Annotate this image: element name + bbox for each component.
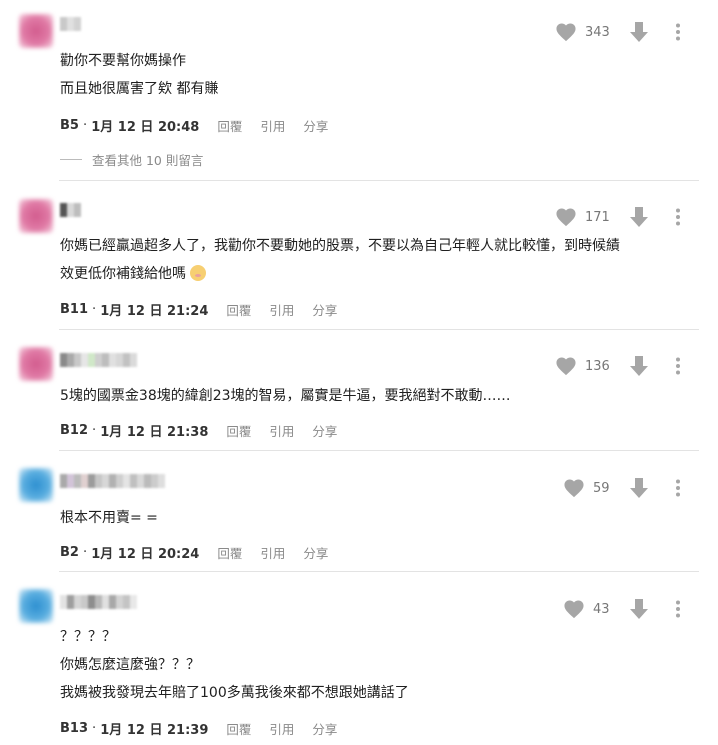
downvote-arrow-icon[interactable] [629,598,649,620]
comment-line: 5塊的國票金38塊的緯創23塊的智易，屬實是牛逼，要我絕對不敢動…… [60,388,511,404]
meta-dot: · [92,423,101,438]
meta-dot: · [82,118,92,133]
comment-meta: B11 · 1月 12 日 21:24 回覆 引用 分享 [60,300,337,319]
heart-icon[interactable] [563,478,585,498]
share-button[interactable]: 分享 [312,421,337,440]
floor-label: B12 [60,423,88,438]
like-count: 343 [585,24,610,40]
replies-label: 查看其他 10 則留言 [92,153,204,168]
meta-dot: · [82,545,92,560]
share-button[interactable]: 分享 [312,300,337,319]
comment-b2: 59 根本不用賣= = B2 · 1月 12 日 20:24 回覆 引用 分享 [0,451,718,571]
comment-b13: 43 ？？？？ 你媽怎麼這麼強？？？ 我媽被我發現去年賠了100多萬我後來都不想… [0,572,718,745]
comment-meta: B13 · 1月 12 日 21:39 回覆 引用 分享 [60,719,337,738]
blushing-emoji-icon [190,265,206,281]
avatar[interactable] [19,589,53,623]
comment-line: 根本不用賣= = [60,510,158,526]
username-blurred[interactable] [60,595,137,609]
reply-button[interactable]: 回覆 [217,116,242,135]
comment-line: 而且她很厲害了欸 都有賺 [60,81,219,97]
comment-b11: 171 你媽已經贏過超多人了，我勸你不要動她的股票，不要以為自己年輕人就比較懂，… [0,181,718,329]
share-button[interactable]: 分享 [303,543,328,562]
floor-label: B5 [60,118,79,133]
timestamp: 1月 12 日 21:24 [100,304,209,319]
comment-meta: B2 · 1月 12 日 20:24 回覆 引用 分享 [60,543,328,562]
username-blurred[interactable] [60,353,137,367]
comment-line-with-emoji: 效更低你補錢給他嗎 [60,260,620,288]
heart-icon[interactable] [555,207,577,227]
replies-dash [60,159,82,160]
downvote-arrow-icon[interactable] [629,355,649,377]
username-blurred[interactable] [60,17,81,31]
comment-line: 你媽已經贏過超多人了，我勸你不要動她的股票，不要以為自己年輕人就比較懂，到時候績 [60,238,620,254]
timestamp: 1月 12 日 21:39 [100,723,209,738]
comment-line: 勸你不要幫你媽操作 [60,53,186,69]
timestamp: 1月 12 日 21:38 [100,425,209,440]
comment-line: 你媽怎麼這麼強？？？ [60,657,200,673]
avatar[interactable] [19,347,53,381]
comment-text: 根本不用賣= = [60,504,158,532]
like-count: 59 [593,480,610,496]
like-controls: 59 [563,477,681,499]
like-count: 136 [585,358,610,374]
reply-button[interactable]: 回覆 [226,300,251,319]
share-button[interactable]: 分享 [312,719,337,738]
quote-button[interactable]: 引用 [269,719,294,738]
comment-line: 我媽被我發現去年賠了100多萬我後來都不想跟她講話了 [60,685,409,701]
share-button[interactable]: 分享 [303,116,328,135]
quote-button[interactable]: 引用 [260,116,285,135]
like-controls: 171 [555,206,681,228]
downvote-arrow-icon[interactable] [629,206,649,228]
view-more-replies[interactable]: 查看其他 10 則留言 [60,150,203,169]
timestamp: 1月 12 日 20:48 [91,120,200,135]
quote-button[interactable]: 引用 [260,543,285,562]
comment-text: 勸你不要幫你媽操作 而且她很厲害了欸 都有賺 [60,47,218,103]
more-vert-icon[interactable] [675,600,681,618]
like-count: 171 [585,209,610,225]
like-controls: 136 [555,355,681,377]
comment-text: 5塊的國票金38塊的緯創23塊的智易，屬實是牛逼，要我絕對不敢動…… [60,382,511,410]
quote-button[interactable]: 引用 [269,300,294,319]
avatar[interactable] [19,199,53,233]
comment-line: 效更低你補錢給他嗎 [60,266,186,282]
like-controls: 343 [555,21,681,43]
username-blurred[interactable] [60,203,81,217]
timestamp: 1月 12 日 20:24 [91,547,200,562]
downvote-arrow-icon[interactable] [629,477,649,499]
comment-line: ？？？？ [60,629,116,645]
more-vert-icon[interactable] [675,357,681,375]
more-vert-icon[interactable] [675,23,681,41]
comment-b12: 136 5塊的國票金38塊的緯創23塊的智易，屬實是牛逼，要我絕對不敢動…… B… [0,330,718,450]
reply-button[interactable]: 回覆 [226,421,251,440]
downvote-arrow-icon[interactable] [629,21,649,43]
comment-text: ？？？？ 你媽怎麼這麼強？？？ 我媽被我發現去年賠了100多萬我後來都不想跟她講… [60,623,409,707]
heart-icon[interactable] [563,599,585,619]
heart-icon[interactable] [555,22,577,42]
like-count: 43 [593,601,610,617]
quote-button[interactable]: 引用 [269,421,294,440]
comment-meta: B12 · 1月 12 日 21:38 回覆 引用 分享 [60,421,337,440]
more-vert-icon[interactable] [675,208,681,226]
comment-meta: B5 · 1月 12 日 20:48 回覆 引用 分享 [60,116,328,135]
username-blurred[interactable] [60,474,165,488]
floor-label: B11 [60,302,88,317]
avatar[interactable] [19,468,53,502]
comment-b5: 343 勸你不要幫你媽操作 而且她很厲害了欸 都有賺 B5 · 1月 12 日 … [0,0,718,180]
meta-dot: · [92,302,101,317]
heart-icon[interactable] [555,356,577,376]
reply-button[interactable]: 回覆 [226,719,251,738]
avatar[interactable] [19,14,53,48]
floor-label: B2 [60,545,79,560]
comment-text: 你媽已經贏過超多人了，我勸你不要動她的股票，不要以為自己年輕人就比較懂，到時候績… [60,232,620,288]
meta-dot: · [92,721,101,736]
floor-label: B13 [60,721,88,736]
reply-button[interactable]: 回覆 [217,543,242,562]
more-vert-icon[interactable] [675,479,681,497]
like-controls: 43 [563,598,681,620]
